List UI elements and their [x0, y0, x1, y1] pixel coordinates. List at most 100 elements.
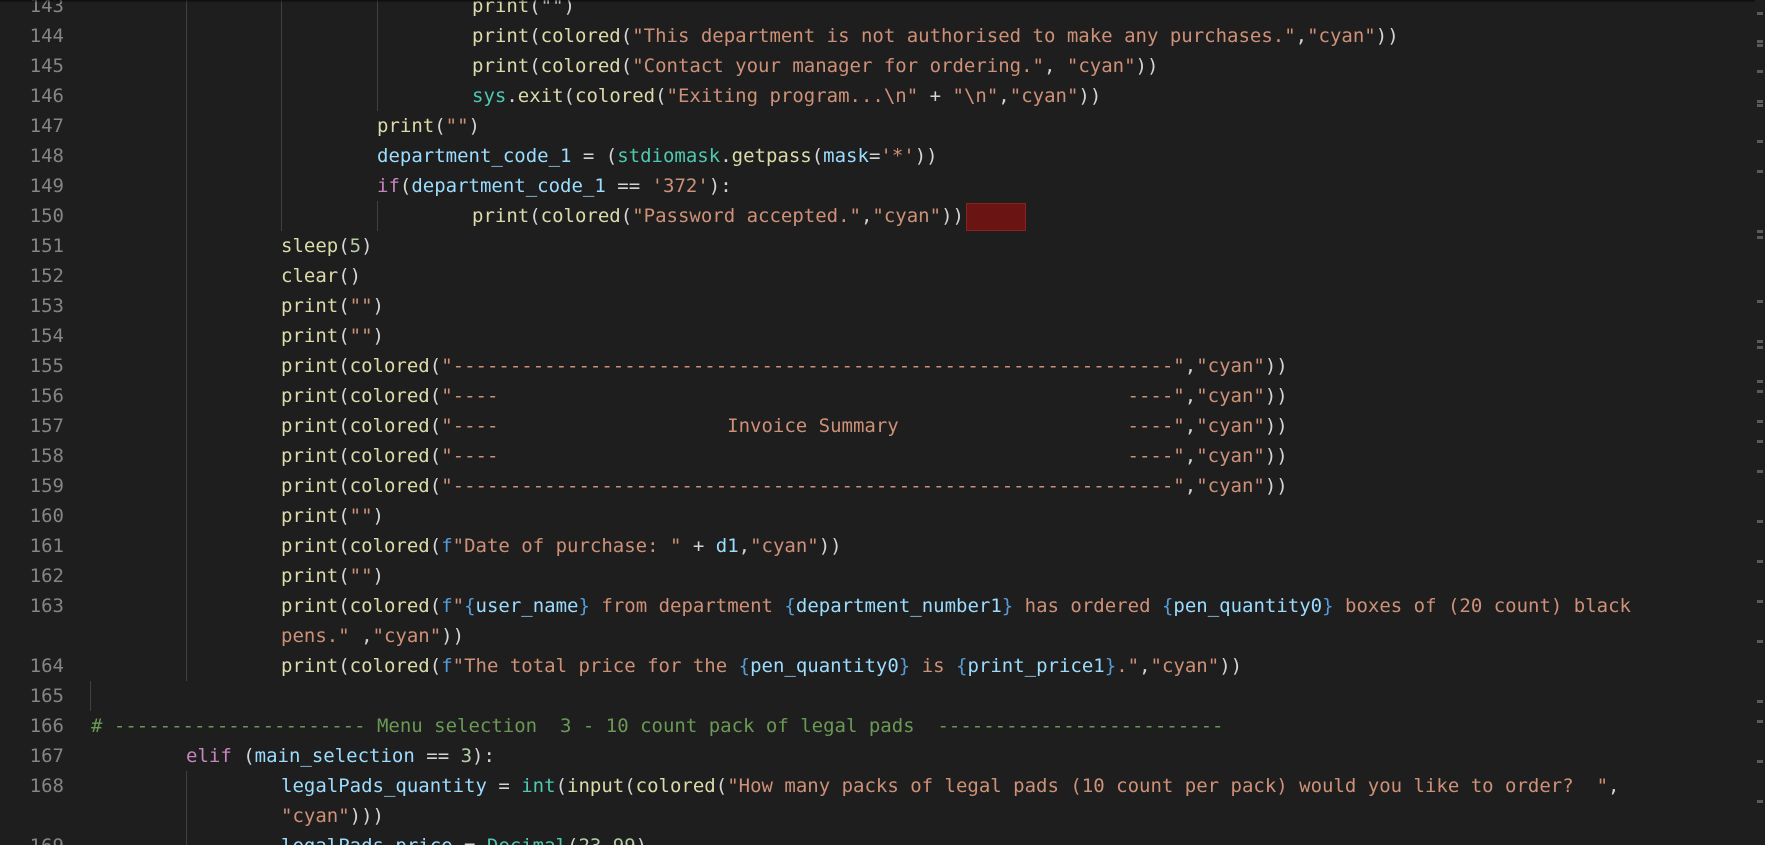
code-token: "cyan" [1196, 355, 1265, 377]
code-text[interactable]: sleep(5) [281, 231, 373, 261]
code-text[interactable]: print(colored("---- ----","cyan")) [281, 441, 1288, 471]
code-text[interactable]: pens." ,"cyan")) [281, 621, 464, 651]
code-token: boxes of (20 count) black [1333, 595, 1631, 617]
code-text[interactable]: print(colored(f"{user_name} from departm… [281, 591, 1631, 621]
code-line[interactable]: 163 print(colored(f"{user_name} from depa… [0, 591, 1755, 621]
code-line[interactable]: 148 department_code_1 = (stdiomask.getpas… [0, 141, 1755, 171]
code-token: pens." [281, 625, 350, 647]
code-text[interactable]: if(department_code_1 == '372'): [377, 171, 732, 201]
line-number: 149 [29, 175, 64, 197]
code-lines[interactable]: 143 print("") 144 print(colored("This depar… [0, 0, 1755, 845]
code-token: "---- Invoice Summary ----" [441, 415, 1185, 437]
code-text[interactable]: legalPads_quantity = int(input(colored("… [281, 771, 1619, 801]
code-line[interactable]: 144 print(colored("This department is not… [0, 21, 1755, 51]
code-line[interactable]: 167 elif (main_selection == 3): [0, 741, 1755, 771]
code-text[interactable]: print("") [472, 0, 575, 21]
code-line[interactable]: 146 sys.exit(colored("Exiting program...\… [0, 81, 1755, 111]
code-text[interactable]: print("") [281, 501, 384, 531]
code-token: , [1184, 445, 1197, 467]
code-text[interactable]: print("") [281, 561, 384, 591]
code-token: colored [540, 55, 621, 77]
code-line[interactable]: 155 print(colored("----------------------… [0, 351, 1755, 381]
code-token: legalPads_quantity [281, 775, 487, 797]
code-line[interactable]: 145 print(colored("Contact your manager f… [0, 51, 1755, 81]
code-token: ( [429, 475, 442, 497]
code-line[interactable]: 166 # ---------------------- Menu selecti… [0, 711, 1755, 741]
code-line[interactable]: 149 if(department_code_1 == '372'): [0, 171, 1755, 201]
code-text[interactable]: print(colored("-------------------------… [281, 471, 1288, 501]
code-token: colored [349, 475, 430, 497]
indent-guide [186, 441, 187, 471]
code-text[interactable]: print(colored("-------------------------… [281, 351, 1288, 381]
code-text[interactable]: legalPads_price = Decimal(23.99) [281, 831, 647, 845]
code-line[interactable]: 143 print("") [0, 0, 1755, 21]
code-line[interactable]: "cyan"))) [0, 801, 1755, 831]
code-token: exit [517, 85, 564, 107]
code-line[interactable]: 157 print(colored("---- Invoice Summary -… [0, 411, 1755, 441]
indent-guide [186, 261, 187, 291]
code-line[interactable]: pens." ,"cyan")) [0, 621, 1755, 651]
code-line[interactable]: 160 print("") [0, 501, 1755, 531]
code-line[interactable]: 164 print(colored(f"The total price for t… [0, 651, 1755, 681]
code-line[interactable]: 153 print("") [0, 291, 1755, 321]
minimap[interactable] [1755, 0, 1765, 845]
code-text[interactable]: print(colored("This department is not au… [472, 21, 1399, 51]
code-editor[interactable]: 143 print("") 144 print(colored("This depar… [0, 0, 1765, 845]
code-text[interactable]: department_code_1 = (stdiomask.getpass(m… [377, 141, 938, 171]
code-token: colored [540, 25, 621, 47]
code-line[interactable]: 168 legalPads_quantity = int(input(colore… [0, 771, 1755, 801]
code-text[interactable]: print(colored(f"Date of purchase: " + d1… [281, 531, 842, 561]
code-text[interactable]: print("") [281, 291, 384, 321]
code-text[interactable]: print(colored("Contact your manager for … [472, 51, 1158, 81]
code-text[interactable]: print(colored("---- Invoice Summary ----… [281, 411, 1288, 441]
code-text[interactable]: # ---------------------- Menu selection … [91, 711, 1223, 741]
code-text[interactable]: clear() [281, 261, 361, 291]
minimap-mark [1757, 700, 1763, 703]
code-token: # ---------------------- Menu selection … [91, 715, 1224, 737]
code-token: ( [529, 55, 541, 77]
code-token: colored [575, 85, 656, 107]
minimap-mark [1757, 440, 1763, 443]
code-line[interactable]: 161 print(colored(f"Date of purchase: " +… [0, 531, 1755, 561]
code-token: "cyan" [1150, 655, 1220, 677]
code-token: ( [338, 235, 350, 257]
code-line[interactable]: 154 print("") [0, 321, 1755, 351]
code-line[interactable]: 147 print("") [0, 111, 1755, 141]
line-number: 164 [29, 655, 64, 677]
code-token: colored [540, 205, 621, 227]
code-text[interactable]: print("") [281, 321, 384, 351]
minimap-mark [1757, 600, 1763, 603]
code-text[interactable]: print("") [377, 111, 480, 141]
code-text[interactable]: sys.exit(colored("Exiting program...\n" … [472, 81, 1101, 111]
minimap-mark [1757, 340, 1763, 343]
indent-guide [186, 231, 187, 261]
code-line[interactable]: 152 clear() [0, 261, 1755, 291]
indent-guide [377, 81, 378, 111]
code-text[interactable]: print(colored("---- ----","cyan")) [281, 381, 1288, 411]
code-text[interactable]: print(colored(f"The total price for the … [281, 651, 1242, 681]
indent-guide [186, 771, 187, 801]
code-text[interactable]: "cyan"))) [281, 801, 384, 831]
code-line[interactable]: 151 sleep(5) [0, 231, 1755, 261]
code-text[interactable]: print(colored("Password accepted.","cyan… [472, 201, 1026, 231]
code-line[interactable]: 150 print(colored("Password accepted.","c… [0, 201, 1755, 231]
code-token: int [521, 775, 556, 797]
minimap-mark [1757, 70, 1763, 73]
code-line[interactable]: 169 legalPads_price = Decimal(23.99) [0, 831, 1755, 845]
code-text[interactable]: elif (main_selection == 3): [186, 741, 495, 771]
line-number: 151 [29, 235, 64, 257]
code-token: ( [338, 655, 350, 677]
line-number: 159 [29, 475, 64, 497]
code-line[interactable]: 162 print("") [0, 561, 1755, 591]
code-token: from department [589, 595, 785, 617]
code-line[interactable]: 165 [0, 681, 1755, 711]
code-token: Decimal [487, 835, 567, 845]
indent-guide [186, 561, 187, 591]
code-line[interactable]: 159 print(colored("----------------------… [0, 471, 1755, 501]
code-token: ( [338, 415, 350, 437]
minimap-mark [1757, 300, 1763, 303]
code-line[interactable]: 156 print(colored("---- ----","cyan")) [0, 381, 1755, 411]
code-token: ( [429, 445, 442, 467]
code-line[interactable]: 158 print(colored("---- ----","cyan")) [0, 441, 1755, 471]
code-token: { [464, 595, 476, 617]
